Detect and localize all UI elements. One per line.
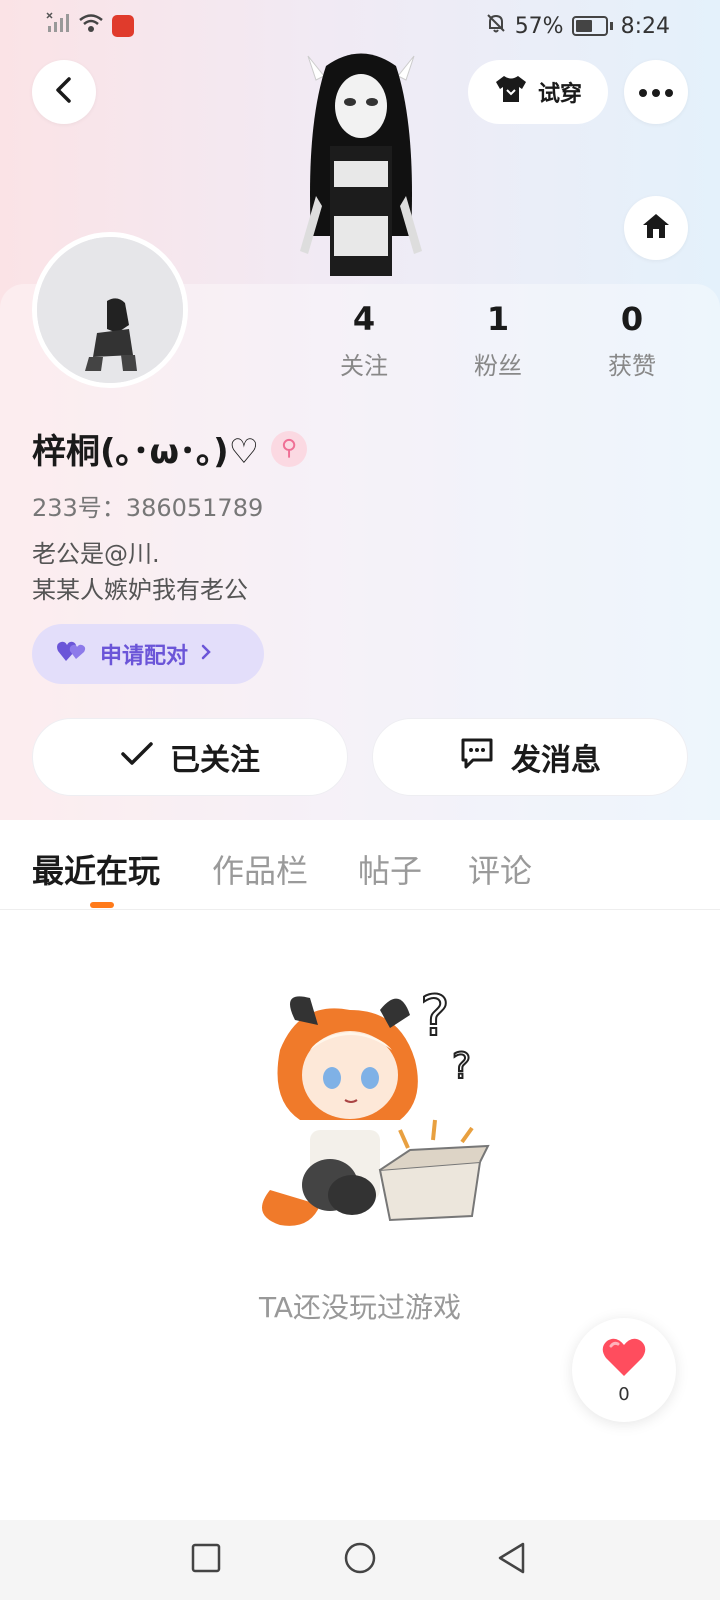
square-icon [190,1542,222,1578]
try-on-label: 试穿 [537,82,582,107]
avatar[interactable] [32,232,188,388]
shirt-icon [494,74,528,110]
status-bar: 57% 8:24 [0,0,720,50]
like-button[interactable]: 0 [572,1318,676,1422]
tab-posts[interactable]: 帖子 [358,846,422,892]
svg-text:?: ? [452,1046,471,1087]
send-message-label: 发消息 [511,743,601,778]
empty-state-illustration: ? ? [240,980,510,1250]
content-tabs: 最近在玩 作品栏 帖子 评论 [0,820,720,910]
battery-percent: 57% [514,13,564,39]
followed-button[interactable]: 已关注 [32,718,348,796]
try-on-button[interactable]: 试穿 [468,60,608,124]
battery-tip [609,22,613,30]
stat-followers[interactable]: 1 粉丝 [438,300,558,381]
stat-likes[interactable]: 0 获赞 [572,300,692,381]
double-heart-icon [56,639,88,669]
mute-bell-icon [485,12,507,40]
svg-text:?: ? [420,984,450,1049]
apply-pair-button[interactable]: 申请配对 [32,624,264,684]
back-button[interactable] [32,60,96,124]
triangle-back-icon [496,1541,528,1579]
bio-line: 某某人嫉妒我有老公 [32,576,248,604]
stat-following[interactable]: 4 关注 [304,300,424,381]
chevron-left-icon [52,76,76,108]
tab-comments[interactable]: 评论 [468,846,532,892]
back-nav-button[interactable] [490,1540,534,1580]
home-button[interactable] [624,196,688,260]
chat-bubble-icon [459,736,495,778]
tab-works[interactable]: 作品栏 [212,846,308,892]
circle-icon [343,1541,377,1579]
clock: 8:24 [620,13,670,39]
send-message-button[interactable]: 发消息 [372,718,688,796]
bio-line: 老公是@川. [32,540,160,568]
apply-pair-label: 申请配对 [100,644,189,669]
home-icon [640,211,672,245]
system-navigation-bar [0,1520,720,1600]
more-options-button[interactable] [624,60,688,124]
female-gender-icon: ⚲ [271,430,308,467]
wifi-icon [78,12,104,40]
stat-followers-label: 粉丝 [474,352,522,380]
heart-icon [601,1336,647,1382]
chevron-right-icon [200,642,212,667]
home-nav-button[interactable] [338,1540,382,1580]
active-tab-indicator [90,902,114,908]
stat-likes-label: 获赞 [608,352,656,380]
app-notification-icon [112,15,134,37]
recent-apps-button[interactable] [184,1540,228,1580]
stat-likes-value: 0 [620,300,644,338]
followed-label: 已关注 [170,743,260,778]
stat-followers-value: 1 [486,300,510,338]
profile-name: 梓桐(｡･ω･｡)♡ [32,432,260,472]
name-row: 梓桐(｡･ω･｡)♡ ⚲ [32,424,308,473]
stat-following-label: 关注 [340,352,388,380]
more-dots-icon [638,83,674,102]
battery-icon [571,16,608,36]
signal-icon [46,12,70,40]
profile-bio: 老公是@川. 某某人嫉妒我有老公 [32,536,248,608]
tab-recently-played[interactable]: 最近在玩 [32,846,160,892]
user-id[interactable]: 233号：386051789 [32,488,263,523]
avatar-character-figure[interactable] [286,46,436,286]
stat-following-value: 4 [352,300,376,338]
checkmark-icon [120,740,154,775]
like-count: 0 [618,1383,630,1405]
